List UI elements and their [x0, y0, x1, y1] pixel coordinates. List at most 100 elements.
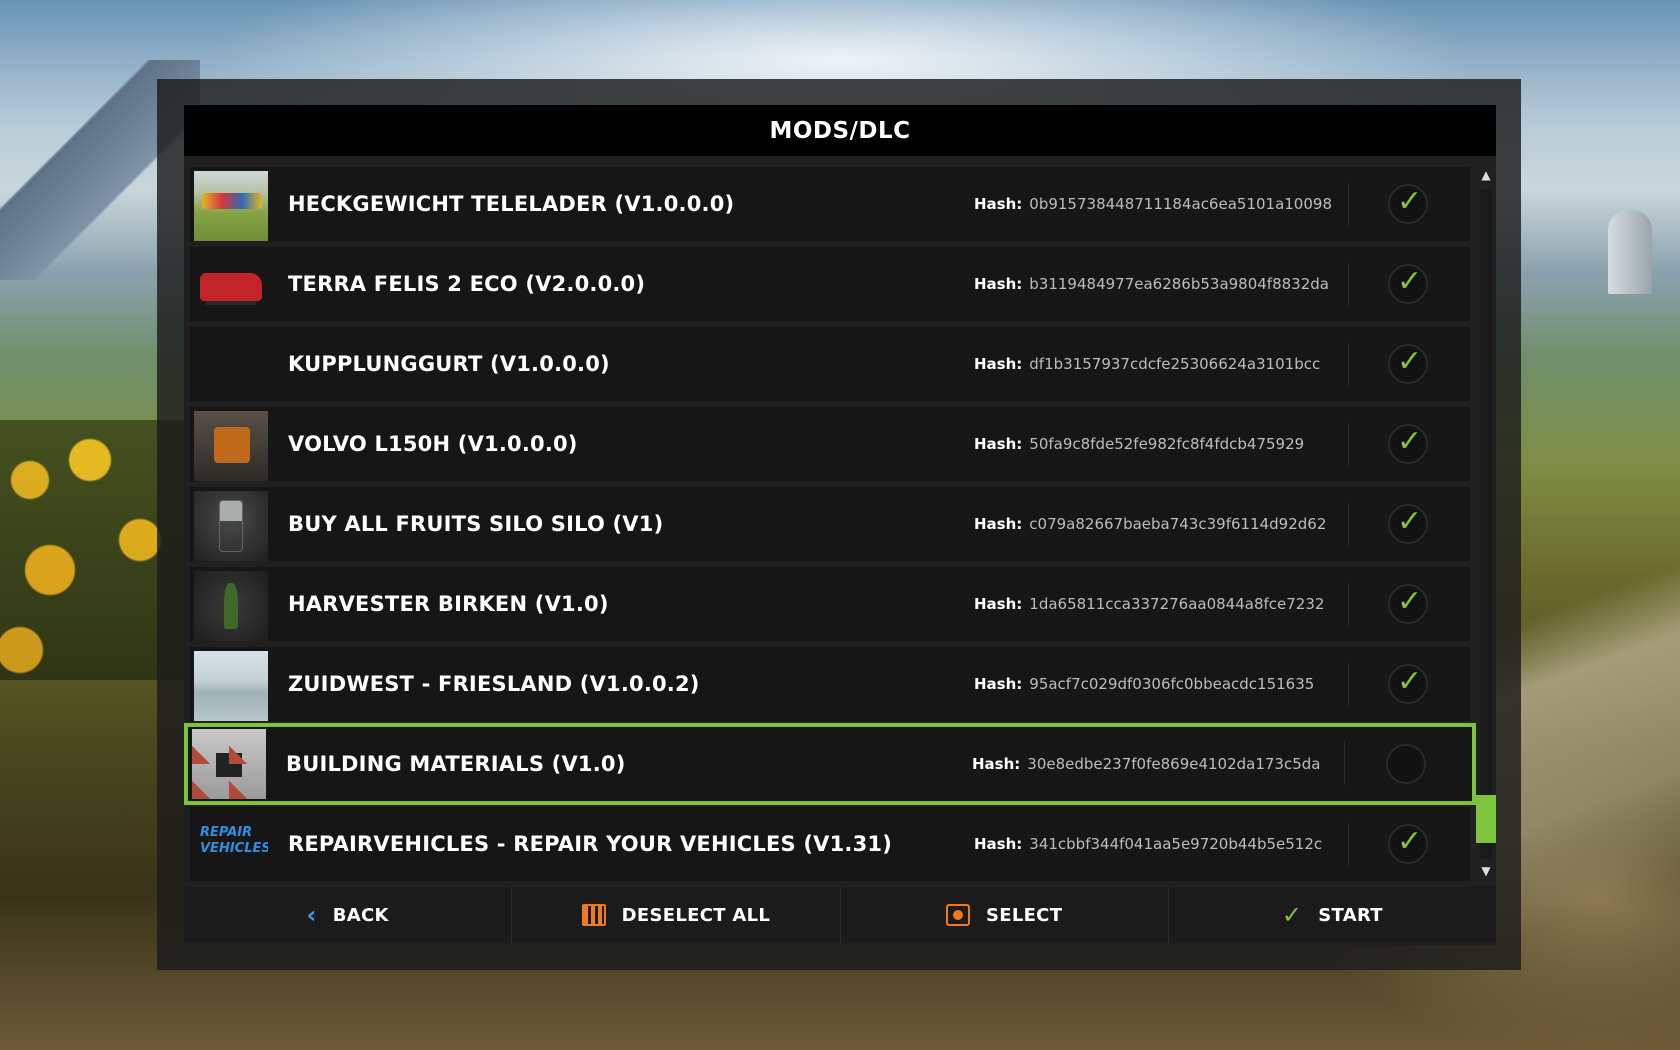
select-button-label: SELECT	[985, 904, 1063, 926]
hash-label: Hash:	[974, 595, 1023, 613]
checkmark-icon: ✓	[1281, 901, 1303, 929]
checkmark-icon: ✓	[1397, 184, 1423, 219]
mod-thumbnail	[194, 651, 268, 721]
row-divider	[1348, 343, 1349, 387]
mod-row[interactable]: VOLVO L150H (V1.0.0.0) Hash: 50fa9c8fde52f…	[190, 407, 1470, 481]
select-button[interactable]: SELECT	[841, 887, 1169, 943]
mod-thumbnail	[194, 411, 268, 481]
mod-hash: Hash: 50fa9c8fde52fe982fc8f4fdcb475929	[974, 409, 1304, 479]
background-silo	[1608, 210, 1652, 294]
mod-hash: Hash: 1da65811cca337276aa0844a8fce7232	[974, 569, 1324, 639]
scroll-up-icon[interactable]: ▲	[1476, 165, 1496, 185]
title-bar: MODS/DLC	[184, 105, 1496, 156]
mod-toggle-checkbox[interactable]	[1386, 744, 1426, 784]
scrollbar[interactable]: ▲ ▼	[1476, 165, 1496, 881]
hash-value: 1da65811cca337276aa0844a8fce7232	[1029, 595, 1325, 613]
row-divider	[1348, 583, 1349, 627]
mod-hash: Hash: 0b915738448711184ac6ea5101a10098	[974, 169, 1332, 239]
mod-name: BUY ALL FRUITS SILO SILO (V1)	[288, 512, 664, 536]
mod-thumbnail: REPAIR VEHICLES	[194, 811, 268, 881]
mod-name: KUPPLUNGGURT (V1.0.0.0)	[288, 352, 610, 376]
scroll-track[interactable]	[1480, 189, 1492, 859]
hash-label: Hash:	[974, 435, 1023, 453]
hash-value: df1b3157937cdcfe25306624a3101bcc	[1029, 355, 1321, 373]
button-bar: ‹ BACK DESELECT ALL SELECT ✓ START	[184, 887, 1496, 943]
row-divider	[1348, 823, 1349, 867]
mod-row[interactable]: HARVESTER BIRKEN (V1.0) Hash: 1da65811cca3…	[190, 567, 1470, 641]
hash-label: Hash:	[974, 195, 1023, 213]
mod-toggle-checkbox[interactable]: ✓	[1388, 824, 1428, 864]
mod-thumbnail	[194, 171, 268, 241]
start-button-label: START	[1318, 904, 1383, 926]
row-divider	[1348, 263, 1349, 307]
deselect-all-button[interactable]: DESELECT ALL	[512, 887, 841, 943]
select-box-icon	[945, 904, 970, 926]
hash-label: Hash:	[974, 835, 1023, 853]
scroll-down-icon[interactable]: ▼	[1476, 861, 1496, 881]
row-divider	[1348, 423, 1349, 467]
back-button-label: BACK	[332, 904, 389, 926]
checkmark-icon: ✓	[1397, 424, 1423, 459]
mod-thumbnail-text: VEHICLES	[200, 841, 268, 856]
hash-value: 341cbbf344f041aa5e9720b44b5e512c	[1029, 835, 1323, 853]
row-divider	[1348, 183, 1349, 227]
mod-row[interactable]: HECKGEWICHT TELELADER (V1.0.0.0) Hash: 0b9…	[190, 167, 1470, 241]
mods-dialog: MODS/DLC HECKGEWICHT TELELADER (V1.0.0.0…	[184, 105, 1496, 945]
mod-toggle-checkbox[interactable]: ✓	[1388, 584, 1428, 624]
mod-thumbnail-text: REPAIR	[200, 825, 253, 840]
mod-name: TERRA FELIS 2 ECO (V2.0.0.0)	[288, 272, 646, 296]
chevron-left-icon: ‹	[306, 901, 317, 929]
mod-thumbnail	[194, 571, 268, 641]
row-divider	[1348, 663, 1349, 707]
checkmark-icon: ✓	[1397, 824, 1423, 859]
start-button[interactable]: ✓ START	[1169, 887, 1496, 943]
mod-toggle-checkbox[interactable]: ✓	[1388, 344, 1428, 384]
mod-name: BUILDING MATERIALS (V1.0)	[286, 752, 626, 776]
mod-thumbnail	[192, 729, 266, 799]
mod-name: HARVESTER BIRKEN (V1.0)	[288, 592, 609, 616]
row-divider	[1348, 503, 1349, 547]
hash-value: c079a82667baeba743c39f6114d92d62	[1029, 515, 1327, 533]
mod-thumbnail	[194, 491, 268, 561]
mod-row[interactable]: BUY ALL FRUITS SILO SILO (V1) Hash: c079a8…	[190, 487, 1470, 561]
mod-list: HECKGEWICHT TELELADER (V1.0.0.0) Hash: 0b9…	[184, 167, 1476, 987]
mod-hash: Hash: df1b3157937cdcfe25306624a3101bcc	[974, 329, 1320, 399]
mod-toggle-checkbox[interactable]: ✓	[1388, 664, 1428, 704]
mod-hash: Hash: 30e8edbe237f0fe869e4102da173c5da	[972, 727, 1320, 801]
scroll-thumb[interactable]	[1476, 795, 1496, 843]
checkmark-icon: ✓	[1397, 344, 1423, 379]
row-divider	[1344, 741, 1345, 785]
mod-hash: Hash: c079a82667baeba743c39f6114d92d62	[974, 489, 1326, 559]
grid-deselect-icon	[581, 904, 606, 926]
hash-label: Hash:	[972, 755, 1021, 773]
mod-hash: Hash: 341cbbf344f041aa5e9720b44b5e512c	[974, 809, 1322, 879]
back-button[interactable]: ‹ BACK	[184, 887, 513, 943]
checkmark-icon: ✓	[1397, 584, 1423, 619]
mod-row[interactable]: ZUIDWEST - FRIESLAND (V1.0.0.2) Hash: 95ac…	[190, 647, 1470, 721]
checkmark-icon: ✓	[1397, 504, 1423, 539]
hash-label: Hash:	[974, 675, 1023, 693]
mod-toggle-checkbox[interactable]: ✓	[1388, 264, 1428, 304]
mod-row[interactable]: KUPPLUNGGURT (V1.0.0.0) Hash: df1b3157937c…	[190, 327, 1470, 401]
mod-thumbnail	[194, 331, 268, 401]
mod-row[interactable]: BUILDING MATERIALS (V1.0) Hash: 30e8edbe23…	[184, 723, 1476, 805]
mod-thumbnail	[194, 251, 268, 321]
checkmark-icon: ✓	[1397, 264, 1423, 299]
mod-row[interactable]: TERRA FELIS 2 ECO (V2.0.0.0) Hash: b311948…	[190, 247, 1470, 321]
mod-toggle-checkbox[interactable]: ✓	[1388, 184, 1428, 224]
hash-label: Hash:	[974, 515, 1023, 533]
mod-row[interactable]: REPAIR VEHICLES REPAIRVEHICLES - REPAIR YO…	[190, 807, 1470, 881]
mod-toggle-checkbox[interactable]: ✓	[1388, 504, 1428, 544]
mod-hash: Hash: 95acf7c029df0306fc0bbeacdc151635	[974, 649, 1314, 719]
mod-name: VOLVO L150H (V1.0.0.0)	[288, 432, 578, 456]
mod-name: ZUIDWEST - FRIESLAND (V1.0.0.2)	[288, 672, 700, 696]
mod-name: REPAIRVEHICLES - REPAIR YOUR VEHICLES (V…	[288, 832, 892, 856]
hash-label: Hash:	[974, 355, 1023, 373]
hash-value: b3119484977ea6286b53a9804f8832da	[1029, 275, 1329, 293]
hash-value: 50fa9c8fde52fe982fc8f4fdcb475929	[1029, 435, 1305, 453]
hash-value: 95acf7c029df0306fc0bbeacdc151635	[1029, 675, 1315, 693]
mod-name: HECKGEWICHT TELELADER (V1.0.0.0)	[288, 192, 735, 216]
checkmark-icon: ✓	[1397, 664, 1423, 699]
mod-toggle-checkbox[interactable]: ✓	[1388, 424, 1428, 464]
mod-hash: Hash: b3119484977ea6286b53a9804f8832da	[974, 249, 1329, 319]
